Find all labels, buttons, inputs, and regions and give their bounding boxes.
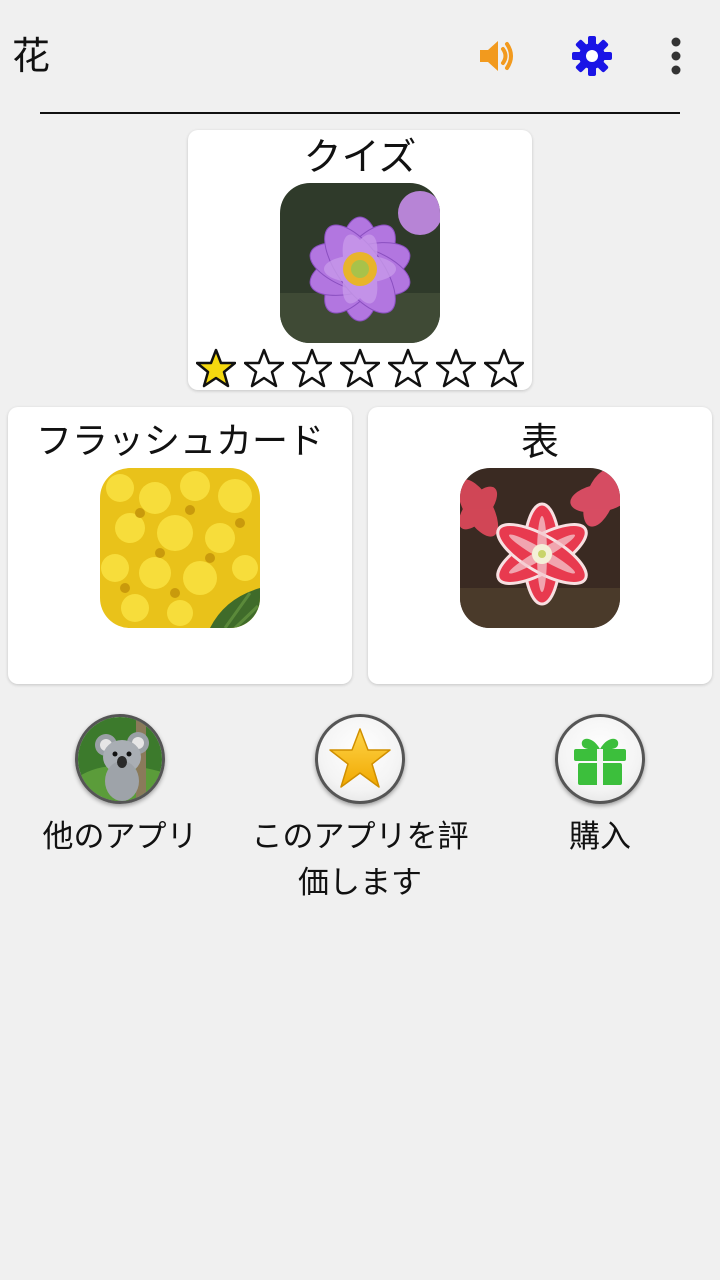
more-vert-icon <box>671 37 681 75</box>
star-empty-icon <box>340 348 380 388</box>
purchase-action: 購入 <box>480 714 720 860</box>
other-apps-label: 他のアプリ <box>42 819 198 855</box>
star-empty-icon <box>388 348 428 388</box>
koala-image <box>78 717 162 801</box>
flashcards-title: フラッシュカード <box>35 421 324 462</box>
star-empty-icon <box>244 348 284 388</box>
star-empty-icon <box>292 348 332 388</box>
gift-icon <box>574 738 626 785</box>
other-apps-action: 他のアプリ <box>0 714 240 860</box>
purchase-label: 購入 <box>569 819 631 855</box>
rate-app-action: このアプリを評価します <box>240 714 480 906</box>
quiz-title: クイズ <box>303 135 417 179</box>
progress-stars <box>188 348 532 388</box>
star-empty-icon <box>436 348 476 388</box>
table-title: 表 <box>520 420 559 464</box>
speaker-icon <box>480 41 513 71</box>
quiz-card[interactable]: クイズ <box>188 130 532 390</box>
other-apps-button[interactable] <box>75 714 165 804</box>
star-filled-icon <box>196 348 236 388</box>
header-divider <box>40 112 680 114</box>
mimosa-flower-image <box>100 468 260 628</box>
star-empty-icon <box>484 348 524 388</box>
sound-button[interactable] <box>470 30 522 82</box>
flashcards-card[interactable]: フラッシュカード <box>8 407 352 684</box>
anemone-flower-image <box>280 183 440 343</box>
settings-button[interactable] <box>566 30 618 82</box>
page-title: 花 <box>12 34 51 78</box>
overflow-menu-button[interactable] <box>650 30 702 82</box>
app-bar: 花 <box>0 0 720 112</box>
star-icon <box>329 728 391 788</box>
purchase-button[interactable] <box>555 714 645 804</box>
gear-icon <box>572 36 612 76</box>
table-card[interactable]: 表 <box>368 407 712 684</box>
rate-app-button[interactable] <box>315 714 405 804</box>
rate-app-label: このアプリを評価します <box>251 819 469 901</box>
amaryllis-flower-image <box>460 468 620 628</box>
